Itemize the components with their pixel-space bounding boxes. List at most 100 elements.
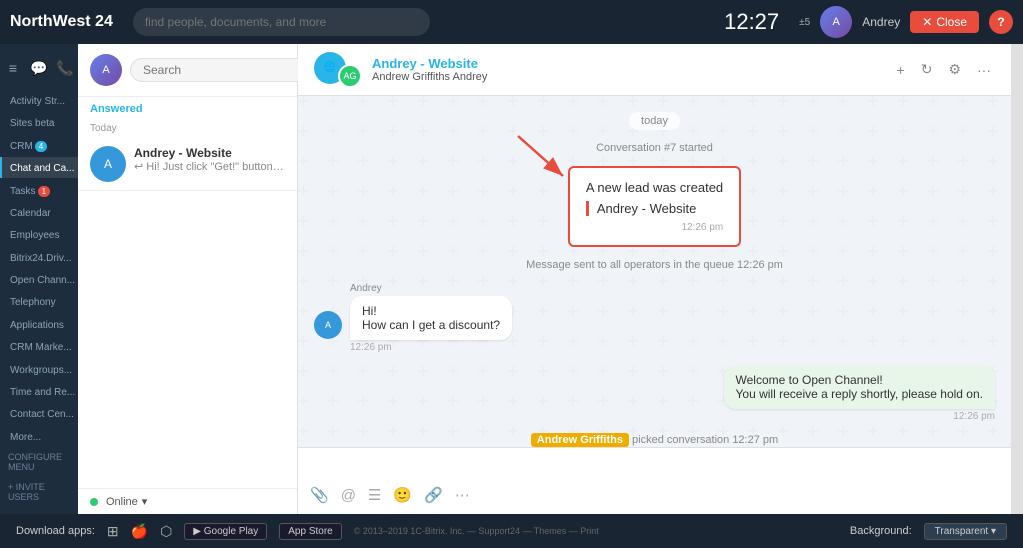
sidebar-item-openchannel[interactable]: Open Chann... (0, 269, 78, 289)
avatar: A (820, 6, 852, 38)
chat-main-header: 🌐 AG Andrey - Website Andrew Griffiths A… (298, 44, 1011, 96)
picked-text: picked conversation (632, 434, 732, 446)
configure-menu-button[interactable]: CONFIGURE MENU (0, 448, 78, 476)
chat-item-avatar: A (90, 146, 126, 182)
global-search-input[interactable] (133, 8, 431, 36)
lead-card-wrapper: A new lead was created Andrey - Website … (568, 166, 741, 247)
sidebar-item-activity[interactable]: Activity Str... (0, 90, 78, 110)
online-label: Online (106, 496, 138, 508)
lead-card-name: Andrey - Website (586, 201, 723, 216)
template-button[interactable]: ☰ (368, 486, 381, 504)
message-bubble-outgoing: Welcome to Open Channel! You will receiv… (724, 365, 995, 409)
system-message-conversation-start: Conversation #7 started (314, 142, 995, 154)
topbar: NorthWest 24 12:27 ±5 A Andrey ✕ Close ? (0, 0, 1023, 44)
left-sidebar: ≡ 💬 📞 Activity Str... Sites beta CRM4 Ch… (0, 44, 78, 514)
ubuntu-download-button[interactable]: ⬡ (160, 523, 172, 540)
sidebar-item-more[interactable]: More... (0, 426, 78, 446)
chat-main: 🌐 AG Andrey - Website Andrew Griffiths A… (298, 44, 1011, 514)
sidebar-icon-chat[interactable]: 💬 (26, 52, 52, 84)
user-avatar: A (90, 54, 122, 86)
chat-search-input[interactable] (130, 58, 311, 82)
refresh-button[interactable]: ↻ (917, 57, 937, 82)
right-scrollbar (1011, 44, 1023, 514)
time-offset: ±5 (799, 17, 810, 28)
message-time: 12:26 pm (350, 342, 512, 353)
chat-date-label: Today (78, 121, 297, 138)
google-play-button[interactable]: ▶ Google Play (184, 523, 267, 540)
settings-button[interactable]: ⚙ (944, 57, 965, 82)
chat-sidebar-header: A ✏ (78, 44, 297, 97)
apple-download-button[interactable]: 🍎 (131, 523, 148, 540)
add-agent-button[interactable]: + (893, 58, 909, 82)
more-input-button[interactable]: ⋯ (455, 486, 470, 504)
close-icon: ✕ (922, 15, 932, 29)
online-status-bar: Online ▾ (78, 488, 297, 514)
message-outgoing-1: Welcome to Open Channel! You will receiv… (314, 365, 995, 422)
chevron-down-icon: ▾ (142, 495, 148, 508)
chat-input-field[interactable] (310, 454, 999, 482)
sidebar-item-tasks[interactable]: Tasks1 (0, 180, 78, 200)
link-button[interactable]: 🔗 (424, 486, 443, 504)
lead-card-time: 12:26 pm (586, 222, 723, 233)
messages-area: today Conversation #7 started A new lead… (298, 96, 1011, 447)
bottom-bar: Download apps: ⊞ 🍎 ⬡ ▶ Google Play App S… (0, 514, 1023, 548)
chat-filter-label[interactable]: Answered (78, 97, 297, 121)
lead-card-title: A new lead was created (586, 180, 723, 195)
online-dot (90, 498, 98, 506)
sidebar-item-sites[interactable]: Sites beta (0, 112, 78, 132)
message-content: Andrey Hi! How can I get a discount? 12:… (350, 283, 512, 353)
sidebar-icon-phone[interactable]: 📞 (52, 52, 78, 84)
clock: 12:27 (724, 9, 779, 35)
main-layout: ≡ 💬 📞 Activity Str... Sites beta CRM4 Ch… (0, 44, 1023, 514)
chat-header-title: Andrey - Website (372, 56, 883, 71)
help-button[interactable]: ? (989, 10, 1013, 34)
message-incoming-1: A Andrey Hi! How can I get a discount? 1… (314, 283, 995, 353)
chat-header-info: Andrey - Website Andrew Griffiths Andrey (372, 56, 883, 83)
invite-users-button[interactable]: + INVITE USERS (0, 478, 78, 506)
chat-header-avatars: 🌐 AG (314, 52, 362, 88)
copyright-text: © 2013–2019 1C-Bitrix. Inc. — Support24 … (354, 526, 599, 536)
chat-item-body: Andrey - Website ↩ Hi! Just click "Get!"… (134, 146, 285, 173)
chat-header-agents: Andrew Griffiths Andrey (372, 71, 883, 83)
sidebar-item-calendar[interactable]: Calendar (0, 202, 78, 222)
sidebar-icon-feed[interactable]: ≡ (0, 52, 26, 84)
emoji-button[interactable]: 🙂 (393, 486, 412, 504)
picked-time: 12:27 pm (732, 434, 778, 446)
username-label: Andrey (862, 15, 900, 29)
chat-header-avatar-agent: AG (338, 64, 362, 88)
system-message-queue: Message sent to all operators in the que… (314, 259, 995, 271)
sidebar-item-applications[interactable]: Applications (0, 314, 78, 334)
sidebar-item-time[interactable]: Time and Re... (0, 381, 78, 401)
more-options-button[interactable]: ··· (973, 58, 995, 82)
background-select-button[interactable]: Transparent ▾ (924, 523, 1007, 540)
sidebar-item-crmmarket[interactable]: CRM Marke... (0, 336, 78, 356)
chat-item-name: Andrey - Website (134, 146, 285, 160)
sidebar-item-employees[interactable]: Employees (0, 224, 78, 244)
sidebar-item-contact[interactable]: Contact Cen... (0, 403, 78, 423)
message-time-outgoing: 12:26 pm (953, 411, 995, 422)
close-button[interactable]: ✕ Close (910, 11, 979, 33)
picked-agent-name: Andrew Griffiths (531, 433, 629, 447)
chat-input-area: 📎 @ ☰ 🙂 🔗 ⋯ (298, 447, 1011, 514)
app-store-button[interactable]: App Store (279, 523, 341, 540)
sidebar-item-bitrix24[interactable]: Bitrix24.Driv... (0, 247, 78, 267)
sidebar-item-chat[interactable]: Chat and Ca... (0, 157, 78, 177)
sidebar-item-workgroups[interactable]: Workgroups... (0, 359, 78, 379)
chat-sidebar: A ✏ Answered Today A Andrey - Website ↩ … (78, 44, 298, 514)
attach-file-button[interactable]: 📎 (310, 486, 329, 504)
windows-download-button[interactable]: ⊞ (107, 523, 119, 540)
lead-card: A new lead was created Andrey - Website … (568, 166, 741, 247)
sidebar-item-crm[interactable]: CRM4 (0, 135, 78, 155)
chat-header-actions: + ↻ ⚙ ··· (893, 57, 995, 82)
chat-item-preview: ↩ Hi! Just click "Get!" button and fill … (134, 160, 285, 173)
chat-input-actions: 📎 @ ☰ 🙂 🔗 ⋯ (310, 482, 999, 508)
message-avatar-andrey: A (314, 311, 342, 339)
message-bubble: Hi! How can I get a discount? (350, 296, 512, 340)
message-sender-name: Andrey (350, 283, 512, 294)
date-divider: today (629, 112, 680, 130)
mention-button[interactable]: @ (341, 487, 356, 504)
app-logo: NorthWest 24 (10, 13, 113, 31)
list-item[interactable]: A Andrey - Website ↩ Hi! Just click "Get… (78, 138, 297, 191)
sidebar-item-telephony[interactable]: Telephony (0, 291, 78, 311)
download-label: Download apps: (16, 525, 95, 537)
